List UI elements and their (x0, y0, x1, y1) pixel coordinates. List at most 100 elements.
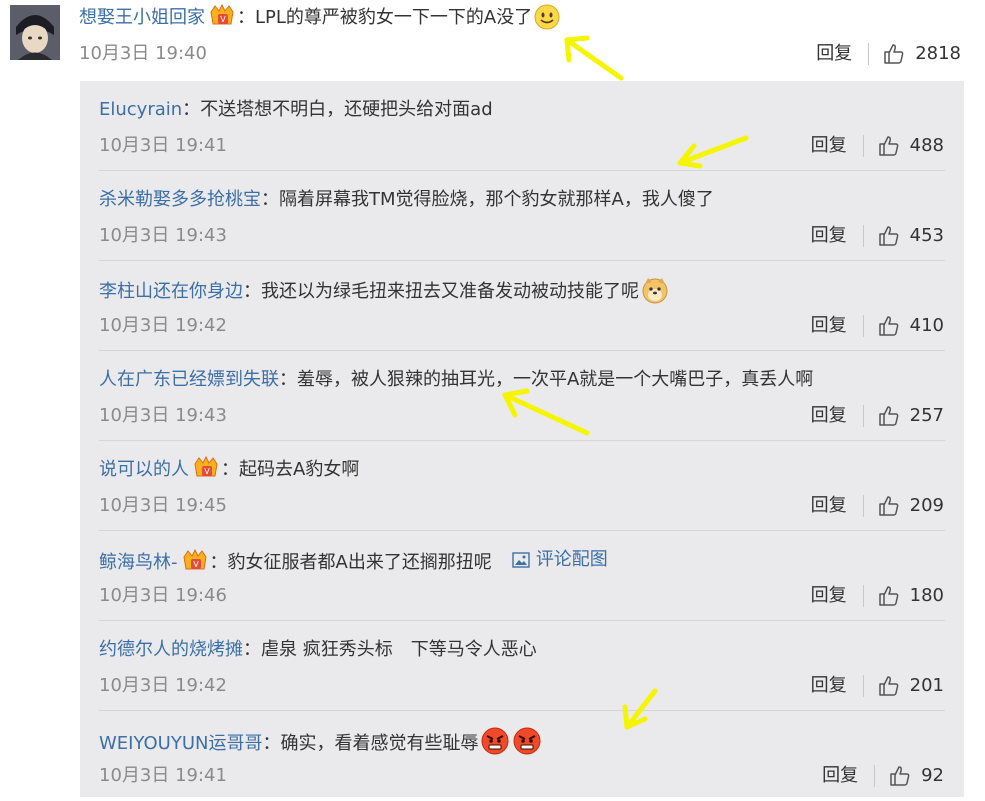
reply-text: 隔着屏幕我TM觉得脸烧，那个豹女就那样A，我人傻了 (279, 189, 714, 210)
reply-separator: ： (261, 189, 279, 210)
reply-time: 10月3日 19:42 (99, 675, 227, 696)
angry-emoji-icon (480, 726, 510, 765)
reply-button[interactable]: 回复 (811, 312, 847, 340)
action-divider (862, 405, 864, 427)
like-button[interactable]: 453 (878, 222, 944, 250)
comment-image-label: 评论配图 (535, 549, 608, 570)
reply-separator: ： (243, 639, 261, 660)
thumbs-up-icon (890, 766, 910, 786)
thumbs-up-icon (884, 44, 904, 64)
like-button[interactable]: 92 (889, 762, 944, 790)
reply-separator: ： (221, 459, 239, 480)
thumbs-up-icon (878, 676, 898, 696)
reply-button[interactable]: 回复 (811, 492, 847, 520)
like-count: 180 (909, 585, 944, 606)
like-button[interactable]: 201 (878, 672, 944, 700)
reply-username[interactable]: Elucyrain (99, 99, 182, 120)
action-divider (868, 43, 870, 65)
reply-time: 10月3日 19:41 (99, 765, 227, 786)
like-count: 453 (909, 225, 944, 246)
list-item: 人在广东已经嫖到失联：羞辱，被人狠辣的抽耳光，一次平A就是一个大嘴巴子，真丢人啊… (80, 351, 964, 441)
like-count: 2818 (915, 43, 961, 64)
reply-button[interactable]: 回复 (811, 582, 847, 610)
like-count: 488 (909, 135, 944, 156)
reply-button[interactable]: 回复 (811, 402, 847, 430)
reply-username[interactable]: 说可以的人 (99, 459, 189, 480)
reply-username[interactable]: 约德尔人的烧烤摊 (99, 639, 243, 660)
like-button[interactable]: 180 (878, 582, 944, 610)
reply-username[interactable]: 杀米勒娶多多抢桃宝 (99, 189, 261, 210)
action-divider (862, 585, 864, 607)
action-divider (862, 225, 864, 247)
reply-actions: 回复 180 (811, 582, 944, 610)
reply-actions: 回复 453 (811, 222, 944, 250)
reply-text: 确实，看着感觉有些耻辱 (280, 733, 479, 754)
vip-badge-icon: V (209, 3, 235, 35)
reply-time: 10月3日 19:46 (99, 585, 227, 606)
thumbs-up-icon (878, 496, 898, 516)
reply-separator: ： (182, 99, 201, 120)
list-item: 约德尔人的烧烤摊：虐泉 疯狂秀头标 下等马令人恶心 10月3日 19:42 回复… (80, 621, 964, 711)
like-count: 257 (909, 405, 944, 426)
list-item: 李柱山还在你身边：我还以为绿毛扭来扭去又准备发动被动技能了呢 10月3日 19:… (80, 261, 964, 351)
thumbs-up-icon (878, 586, 898, 606)
reply-button[interactable]: 回复 (816, 40, 852, 68)
reply-separator: ： (262, 733, 281, 754)
svg-text:V: V (204, 467, 210, 476)
reply-text: 起码去A豹女啊 (239, 459, 360, 480)
list-item: 说可以的人 V ：起码去A豹女啊 10月3日 19:45 回复 209 (80, 441, 964, 531)
reply-username[interactable]: 鲸海鸟林- (99, 552, 178, 573)
svg-text:V: V (220, 15, 226, 24)
reply-button[interactable]: 回复 (822, 762, 858, 790)
reply-actions: 回复 201 (811, 672, 944, 700)
like-count: 410 (909, 315, 944, 336)
list-item: 杀米勒娶多多抢桃宝：隔着屏幕我TM觉得脸烧，那个豹女就那样A，我人傻了 10月3… (80, 171, 964, 261)
vip-badge-icon: V (182, 548, 208, 580)
reply-time: 10月3日 19:41 (99, 135, 227, 156)
reply-actions: 回复 209 (811, 492, 944, 520)
like-button[interactable]: 410 (878, 312, 944, 340)
reply-username[interactable]: 人在广东已经嫖到失联 (99, 369, 279, 390)
reply-button[interactable]: 回复 (811, 132, 847, 160)
like-count: 92 (921, 765, 944, 786)
action-divider (874, 765, 876, 787)
reply-username[interactable]: WEIYOUYUN运哥哥 (99, 733, 262, 754)
action-divider (862, 135, 864, 157)
like-button[interactable]: 257 (878, 402, 944, 430)
reply-actions: 回复 257 (811, 402, 944, 430)
reply-separator: ： (209, 552, 228, 573)
main-comment-line: 想娶王小姐回家 V ：LPL的尊严被豹女一下一下的A没了 (79, 3, 560, 39)
main-comment-actions: 回复 2818 (816, 40, 961, 68)
reply-username[interactable]: 李柱山还在你身边 (99, 281, 243, 302)
main-comment-separator: ： (237, 7, 255, 28)
smile-emoji-icon (534, 4, 560, 39)
reply-separator: ： (279, 369, 297, 390)
like-count: 209 (909, 495, 944, 516)
action-divider (862, 315, 864, 337)
thumbs-up-icon (878, 406, 898, 426)
main-comment-time: 10月3日 19:40 (79, 43, 207, 64)
like-button[interactable]: 209 (878, 492, 944, 520)
reply-time: 10月3日 19:45 (99, 495, 227, 516)
reply-text: 羞辱，被人狠辣的抽耳光，一次平A就是一个大嘴巴子，真丢人啊 (297, 369, 814, 390)
angry-emoji-icon (512, 726, 542, 765)
like-button[interactable]: 2818 (883, 40, 961, 68)
list-item: WEIYOUYUN运哥哥：确实，看着感觉有些耻辱 10月3日 19:41 回复 … (80, 711, 964, 801)
thumbs-up-icon (878, 316, 898, 336)
action-divider (862, 675, 864, 697)
main-comment-text: LPL的尊严被豹女一下一下的A没了 (255, 7, 533, 28)
avatar[interactable] (10, 5, 60, 60)
like-count: 201 (909, 675, 944, 696)
image-icon (512, 552, 530, 568)
reply-time: 10月3日 19:42 (99, 315, 227, 336)
like-button[interactable]: 488 (878, 132, 944, 160)
reply-button[interactable]: 回复 (811, 222, 847, 250)
thumbs-up-icon (878, 136, 898, 156)
thumbs-up-icon (878, 226, 898, 246)
reply-actions: 回复 488 (811, 132, 944, 160)
comment-image-link[interactable]: 评论配图 (512, 546, 608, 574)
main-comment-username[interactable]: 想娶王小姐回家 (79, 7, 205, 28)
reply-text: 虐泉 疯狂秀头标 下等马令人恶心 (261, 639, 537, 660)
reply-button[interactable]: 回复 (811, 672, 847, 700)
action-divider (862, 495, 864, 517)
